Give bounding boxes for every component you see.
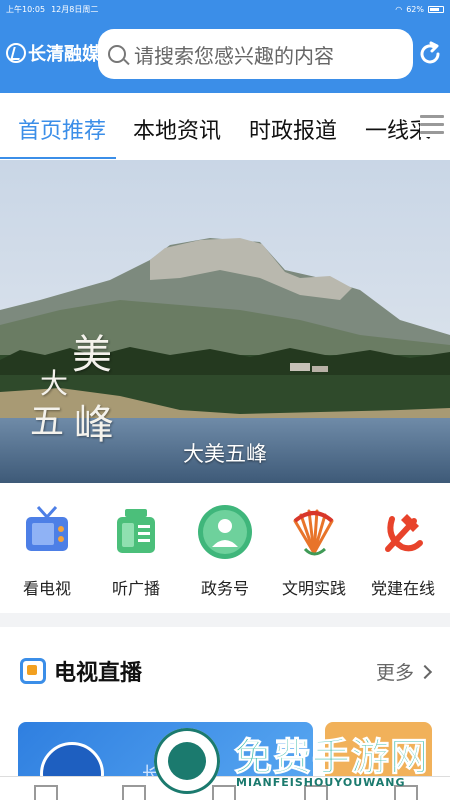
app-logo[interactable]: 长清融媒 (6, 40, 100, 66)
status-date: 12月8日周二 (51, 4, 99, 14)
service-label: 看电视 (22, 579, 71, 598)
battery-icon (428, 5, 444, 13)
service-radio[interactable]: 听广播 (91, 503, 181, 599)
refresh-icon[interactable] (418, 40, 442, 68)
status-right: ◠ 62% (395, 5, 444, 14)
bottom-nav (0, 776, 450, 800)
service-label: 政务号 (200, 579, 249, 598)
active-tab-indicator (0, 157, 116, 159)
government-icon (198, 505, 252, 559)
calligraphy-char: 五 (30, 402, 64, 442)
wifi-icon: ◠ (395, 4, 403, 14)
discover-icon[interactable] (212, 785, 236, 800)
menu-icon[interactable] (420, 115, 444, 137)
tab-home-recommend[interactable]: 首页推荐 (18, 113, 106, 145)
logo-text: 长清融媒 (28, 44, 100, 65)
download-icon[interactable] (304, 785, 328, 800)
status-time: 上午10:05 (6, 4, 46, 14)
calligraphy-char: 美 (72, 332, 112, 378)
video-icon[interactable] (122, 785, 146, 800)
service-label: 文明实践 (281, 579, 346, 598)
service-party[interactable]: 党建在线 (358, 503, 448, 599)
radio-icon (117, 509, 155, 553)
service-civilization[interactable]: 文明实践 (269, 503, 359, 599)
category-tabs: 首页推荐 本地资讯 时政报道 一线采 (0, 93, 450, 160)
party-icon (385, 514, 423, 552)
profile-icon[interactable] (394, 785, 418, 800)
banner-caption: 大美五峰 (183, 442, 267, 466)
status-bar: 上午10:05 12月8日周二 ◠ 62% (0, 0, 450, 18)
service-grid: 看电视 听广播 政务号 文明实践 党建在线 (0, 483, 450, 613)
tab-politics[interactable]: 时政报道 (249, 113, 337, 145)
live-tv-icon (20, 658, 46, 684)
civilization-icon (293, 509, 334, 556)
logo-icon (6, 43, 26, 63)
live-tv-header: 电视直播 (20, 655, 142, 687)
app-screen: 上午10:05 12月8日周二 ◠ 62% 长清融媒 请搜索您感兴趣的内容 首页… (0, 0, 450, 800)
top-bar: 长清融媒 请搜索您感兴趣的内容 (0, 18, 450, 93)
search-icon (108, 45, 126, 63)
chevron-right-icon (417, 664, 433, 679)
search-input[interactable]: 请搜索您感兴趣的内容 (98, 29, 413, 79)
live-tv-title: 电视直播 (54, 661, 143, 686)
service-watch-tv[interactable]: 看电视 (2, 503, 92, 599)
banner-carousel[interactable]: 美 大 五 峰 (0, 160, 450, 483)
more-link[interactable]: 更多 (375, 658, 433, 685)
home-icon[interactable] (34, 785, 58, 800)
tv-icon (26, 505, 68, 551)
more-label: 更多 (375, 662, 414, 684)
battery-percent: 62% (406, 4, 424, 14)
tab-local-news[interactable]: 本地资讯 (133, 113, 221, 145)
service-government[interactable]: 政务号 (180, 503, 270, 599)
service-label: 听广播 (111, 579, 160, 598)
search-placeholder: 请搜索您感兴趣的内容 (134, 43, 334, 68)
banner-calligraphy: 美 大 五 峰 (30, 322, 120, 452)
live-tv-section: 电视直播 更多 长清 (0, 627, 450, 800)
service-label: 党建在线 (370, 579, 435, 598)
